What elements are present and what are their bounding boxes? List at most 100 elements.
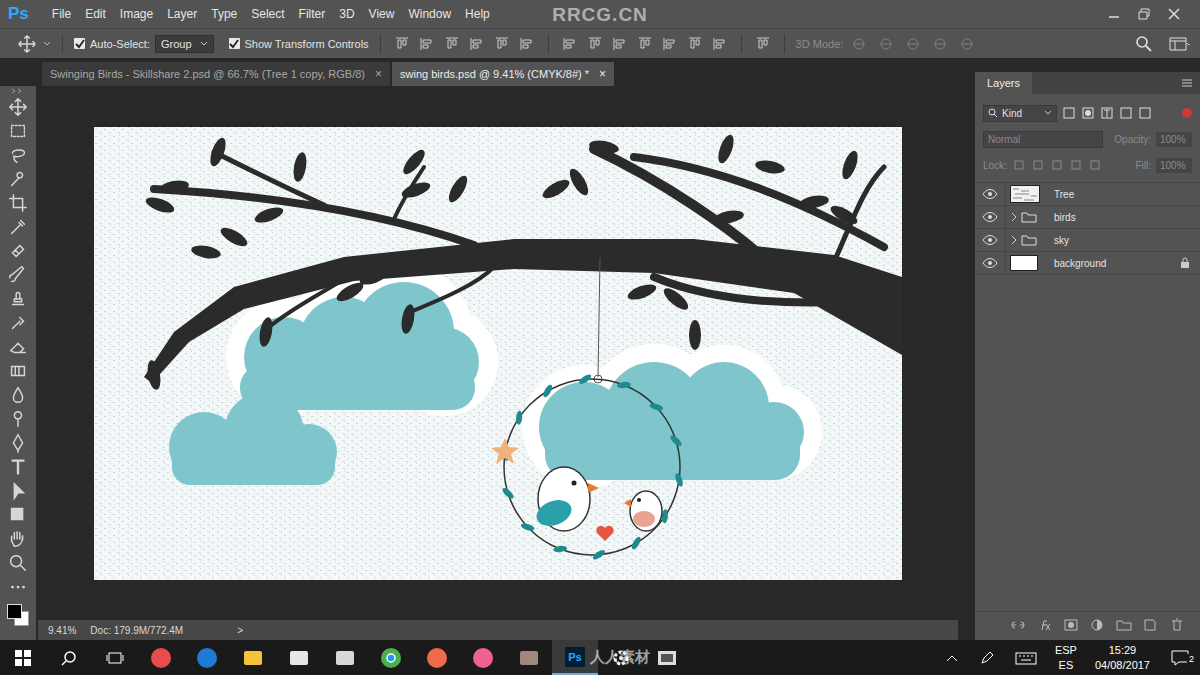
lock-option-icon[interactable] <box>1031 158 1045 172</box>
layers-tab[interactable]: Layers <box>975 72 1032 94</box>
visibility-toggle[interactable] <box>975 252 1006 274</box>
show-hidden-icons-icon[interactable] <box>945 653 959 663</box>
filter-type-icon[interactable] <box>1100 106 1114 120</box>
align-icon[interactable] <box>562 36 578 52</box>
filter-type-icon[interactable] <box>1062 106 1076 120</box>
menu-item[interactable]: Select <box>244 7 291 21</box>
taskbar-app[interactable] <box>506 640 552 675</box>
search-button[interactable] <box>46 640 92 675</box>
layer-row[interactable]: Tree <box>975 183 1200 206</box>
menu-item[interactable]: Window <box>401 7 458 21</box>
shape-tool-icon[interactable] <box>7 504 29 526</box>
foreground-color-swatch[interactable] <box>7 604 22 619</box>
filter-type-icon[interactable] <box>1119 106 1133 120</box>
chevron-icon[interactable] <box>43 40 51 48</box>
taskbar-app[interactable] <box>368 640 414 675</box>
tab-close-button[interactable]: × <box>599 67 606 81</box>
brush-tool-icon[interactable] <box>7 264 29 286</box>
new-layer-icon[interactable] <box>1142 618 1158 632</box>
lock-option-icon[interactable] <box>1012 158 1026 172</box>
align-icon[interactable] <box>494 36 510 52</box>
align-icon[interactable] <box>662 36 678 52</box>
lock-option-icon[interactable] <box>1050 158 1064 172</box>
lock-option-icon[interactable] <box>1088 158 1102 172</box>
group-folder-icon[interactable] <box>1116 618 1132 632</box>
menu-item[interactable]: File <box>45 7 78 21</box>
panel-menu-icon[interactable] <box>1180 77 1194 89</box>
adjustment-icon[interactable] <box>1089 618 1105 632</box>
stamp-tool-icon[interactable] <box>7 288 29 310</box>
transform-controls-checkbox[interactable] <box>229 38 240 49</box>
move-tool-icon[interactable] <box>7 96 29 118</box>
action-center-button[interactable]: 2 <box>1160 650 1200 666</box>
filter-toggle[interactable] <box>1182 108 1192 118</box>
align-icon[interactable] <box>712 36 728 52</box>
keyboard-icon[interactable] <box>1015 651 1037 665</box>
blend-mode-dropdown[interactable]: Normal <box>983 131 1103 148</box>
align-icon[interactable] <box>587 36 603 52</box>
taskbar-app[interactable] <box>276 640 322 675</box>
clock[interactable]: 15:2904/08/2017 <box>1085 643 1160 672</box>
visibility-toggle[interactable] <box>975 183 1006 205</box>
zoom-level[interactable]: 9.41% <box>48 625 76 636</box>
mask-icon[interactable] <box>1063 618 1079 632</box>
blur-tool-icon[interactable] <box>7 384 29 406</box>
align-icon[interactable] <box>394 36 410 52</box>
menu-item[interactable]: Type <box>204 7 244 21</box>
align-icon[interactable] <box>687 36 703 52</box>
expand-chevron-icon[interactable] <box>1010 212 1018 222</box>
expand-chevron-icon[interactable] <box>1010 235 1018 245</box>
history-brush-tool-icon[interactable] <box>7 312 29 334</box>
menu-item[interactable]: Help <box>458 7 497 21</box>
taskbar-app[interactable] <box>138 640 184 675</box>
more-tool-icon[interactable] <box>7 576 29 598</box>
menu-item[interactable]: 3D <box>332 7 361 21</box>
menu-item[interactable]: Layer <box>160 7 204 21</box>
type-tool-icon[interactable] <box>7 456 29 478</box>
document-tab[interactable]: swing birds.psd @ 9.41% (CMYK/8#) *× <box>392 62 614 86</box>
fx-icon[interactable] <box>1037 618 1053 632</box>
menu-item[interactable]: Edit <box>78 7 113 21</box>
task-view-button[interactable] <box>92 640 138 675</box>
align-icon[interactable] <box>469 36 485 52</box>
hand-tool-icon[interactable] <box>7 528 29 550</box>
move-tool-icon[interactable] <box>16 33 38 55</box>
close-icon[interactable] <box>1166 7 1182 21</box>
lock-option-icon[interactable] <box>1069 158 1083 172</box>
taskbar-app[interactable] <box>322 640 368 675</box>
document-tab[interactable]: Swinging Birds - Skillshare 2.psd @ 66.7… <box>42 62 390 86</box>
opacity-field[interactable]: 100% <box>1156 132 1192 147</box>
gradient-tool-icon[interactable] <box>7 360 29 382</box>
eraser-tool-icon[interactable] <box>7 336 29 358</box>
workspace-icon[interactable] <box>1168 35 1190 53</box>
restore-icon[interactable] <box>1136 7 1152 21</box>
pen-icon[interactable] <box>979 650 995 666</box>
artwork[interactable] <box>94 127 902 580</box>
menu-item[interactable]: Image <box>113 7 160 21</box>
align-icon[interactable] <box>637 36 653 52</box>
menu-item[interactable]: View <box>362 7 402 21</box>
layer-row[interactable]: birds <box>975 206 1200 229</box>
taskbar-app[interactable] <box>644 640 690 675</box>
filter-type-icon[interactable] <box>1081 106 1095 120</box>
taskbar-app[interactable] <box>184 640 230 675</box>
layer-row[interactable]: sky <box>975 229 1200 252</box>
auto-select-dropdown[interactable]: Group <box>155 35 214 53</box>
collapse-icon[interactable] <box>8 88 28 94</box>
visibility-toggle[interactable] <box>975 229 1006 251</box>
dodge-tool-icon[interactable] <box>7 408 29 430</box>
layer-row[interactable]: background <box>975 252 1200 275</box>
align-icon[interactable] <box>612 36 628 52</box>
app-logo[interactable]: Ps <box>6 4 45 24</box>
marquee-tool-icon[interactable] <box>7 120 29 142</box>
taskbar-app[interactable] <box>460 640 506 675</box>
pen-tool-icon[interactable] <box>7 432 29 454</box>
align-icon[interactable] <box>519 36 535 52</box>
align-icon[interactable] <box>419 36 435 52</box>
filter-type-icon[interactable] <box>1138 106 1152 120</box>
auto-select-checkbox[interactable] <box>74 38 85 49</box>
search-icon[interactable] <box>1135 35 1153 53</box>
path-select-tool-icon[interactable] <box>7 480 29 502</box>
crop-tool-icon[interactable] <box>7 192 29 214</box>
align-icon[interactable] <box>755 36 771 52</box>
